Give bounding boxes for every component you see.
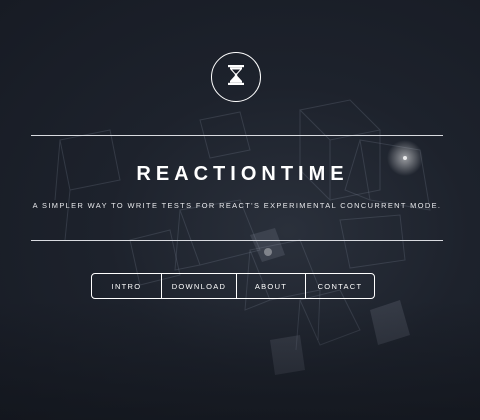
nav-contact[interactable]: CONTACT <box>305 274 374 298</box>
nav-download[interactable]: DOWNLOAD <box>161 274 236 298</box>
main-nav: INTRO DOWNLOAD ABOUT CONTACT <box>91 273 375 299</box>
tagline: A SIMPLER WAY TO WRITE TESTS FOR REACT'S… <box>32 201 442 210</box>
divider-top <box>31 135 443 136</box>
nav-intro[interactable]: INTRO <box>92 274 161 298</box>
nav-about[interactable]: ABOUT <box>236 274 305 298</box>
hourglass-icon <box>227 64 245 90</box>
page: REACTIONTIME A SIMPLER WAY TO WRITE TEST… <box>0 0 480 420</box>
site-title: REACTIONTIME <box>136 163 349 185</box>
logo <box>211 52 261 102</box>
divider-bottom <box>31 240 443 241</box>
